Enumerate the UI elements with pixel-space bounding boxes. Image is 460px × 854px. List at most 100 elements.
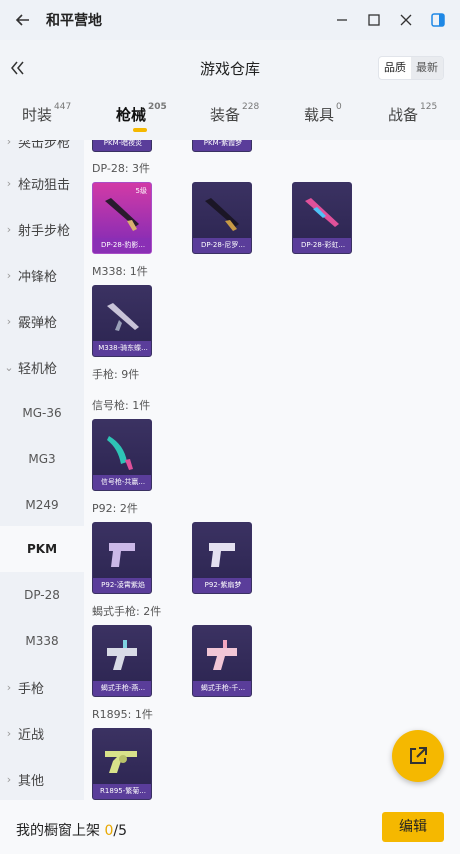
minimize-icon[interactable]: [326, 0, 358, 40]
item-card[interactable]: R1895-繁菊...: [92, 728, 152, 800]
item-card[interactable]: PKM-紫霞梦: [192, 140, 252, 152]
share-button[interactable]: [392, 730, 444, 782]
sort-latest-option[interactable]: 最新: [411, 57, 443, 79]
item-name: PKM-暗夜炎: [93, 140, 151, 151]
sort-toggle[interactable]: 品质 最新: [378, 56, 444, 80]
weapon-category-sidebar: › 突击步枪 › 栓动狙击 › 射手步枪 › 冲锋枪 › 霰弹枪 ⌄ 轻机枪 MG-36 M…: [0, 140, 84, 800]
item-card[interactable]: DP-28-尼罗...: [192, 182, 252, 254]
tab-label: 时装: [22, 106, 53, 124]
sidebar-item-label: 霰弹枪: [18, 315, 58, 331]
sidebar-item-marksman-rifle[interactable]: › 射手步枪: [0, 206, 84, 252]
window-title: 和平营地: [46, 13, 102, 29]
item-name: P92-紫扇梦: [193, 578, 251, 593]
tab-label: 枪械: [116, 106, 147, 124]
share-icon: [410, 747, 427, 764]
tab-firearms[interactable]: 枪械 205: [116, 102, 167, 125]
sidebar-item-mg36[interactable]: MG-36: [0, 390, 84, 436]
group-label-flare: 信号枪: 1件: [92, 399, 151, 412]
sidebar-item-shotgun[interactable]: › 霰弹枪: [0, 298, 84, 344]
group-label-pistol: 手枪: 9件: [92, 368, 140, 381]
tab-count: 205: [148, 102, 167, 112]
item-card[interactable]: 5级 DP-28-豹影...: [92, 182, 152, 254]
item-card[interactable]: DP-28-彩虹...: [292, 182, 352, 254]
chevron-right-icon: ›: [6, 222, 12, 236]
chevron-right-icon: ›: [6, 176, 12, 190]
gun-icon: [205, 198, 239, 231]
item-card[interactable]: 蝎式手枪-燕...: [92, 625, 152, 697]
item-card[interactable]: M338-骑东蝶...: [92, 285, 152, 357]
item-name: R1895-繁菊...: [93, 784, 151, 799]
gun-icon: [105, 751, 137, 773]
group-label-scorpion: 蝎式手枪: 2件: [92, 605, 162, 618]
sort-quality-option[interactable]: 品质: [379, 57, 411, 79]
tab-count: 228: [242, 102, 260, 112]
gun-icon: [107, 436, 133, 470]
sidebar-item-label: 突击步枪: [18, 140, 71, 151]
item-grid: PKM-暗夜炎 PKM-紫霞梦 DP-28: 3件 5级 DP-28-豹影...…: [84, 140, 460, 800]
sidebar-toggle-icon[interactable]: [422, 0, 454, 40]
chevron-right-icon: ›: [6, 726, 12, 740]
maximize-icon[interactable]: [358, 0, 390, 40]
chevron-right-icon: ›: [6, 268, 12, 282]
item-card[interactable]: P92-紫扇梦: [192, 522, 252, 594]
back-arrow-icon[interactable]: [0, 0, 46, 40]
sidebar-item-pkm[interactable]: PKM: [0, 526, 84, 572]
sidebar-item-m249[interactable]: M249: [0, 482, 84, 528]
item-card[interactable]: 信号枪-共赢...: [92, 419, 152, 491]
gun-icon: [107, 640, 137, 670]
tab-label: 载具: [304, 106, 335, 124]
sidebar-item-melee[interactable]: › 近战: [0, 710, 84, 756]
chevron-right-icon: ›: [6, 140, 12, 148]
showcase-total: /5: [113, 823, 127, 839]
group-label-m338: M338: 1件: [92, 265, 148, 278]
sidebar-item-label: 其他: [18, 773, 45, 789]
group-label-p92: P92: 2件: [92, 502, 138, 515]
item-card[interactable]: PKM-暗夜炎: [92, 140, 152, 152]
sidebar-item-mg3[interactable]: MG3: [0, 436, 84, 482]
gun-icon: [207, 640, 237, 670]
sidebar-item-lmg[interactable]: ⌄ 轻机枪: [0, 344, 84, 390]
sidebar-item-label: 轻机枪: [18, 361, 58, 377]
tab-count: 125: [420, 102, 438, 112]
sidebar-item-label: 手枪: [18, 681, 45, 697]
item-name: 信号枪-共赢...: [93, 475, 151, 490]
chevron-down-icon: ⌄: [4, 360, 14, 374]
showcase-bar: 我的橱窗上架 0/5 编辑: [0, 800, 460, 854]
sidebar-item-label: 近战: [18, 727, 45, 743]
window-titlebar: 和平营地: [0, 0, 460, 40]
item-card[interactable]: P92-凌霄紫焰: [92, 522, 152, 594]
gun-icon: [107, 303, 139, 331]
item-card[interactable]: 蝎式手枪-千...: [192, 625, 252, 697]
sidebar-item-other[interactable]: › 其他: [0, 756, 84, 800]
sidebar-item-pistol[interactable]: › 手枪: [0, 664, 84, 710]
page-header: 游戏仓库 品质 最新: [0, 40, 460, 96]
chevron-right-icon: ›: [6, 772, 12, 786]
tab-equipment[interactable]: 装备 228: [210, 102, 260, 125]
tab-fashion[interactable]: 时装 447: [22, 102, 72, 125]
item-name: PKM-紫霞梦: [193, 140, 251, 151]
chevron-right-icon: ›: [6, 680, 12, 694]
item-name: M338-骑东蝶...: [93, 341, 151, 356]
sidebar-item-m338[interactable]: M338: [0, 618, 84, 664]
item-name: P92-凌霄紫焰: [93, 578, 151, 593]
item-name: 蝎式手枪-燕...: [93, 681, 151, 696]
edit-button[interactable]: 编辑: [382, 812, 444, 842]
tab-label: 战备: [388, 106, 419, 124]
tab-count: 447: [54, 102, 72, 112]
tab-label: 装备: [210, 106, 241, 124]
gun-icon: [209, 543, 235, 567]
sidebar-item-bolt-sniper[interactable]: › 栓动狙击: [0, 160, 84, 206]
showcase-status: 我的橱窗上架 0/5: [16, 820, 127, 840]
sidebar-item-smg[interactable]: › 冲锋枪: [0, 252, 84, 298]
gun-icon: [109, 543, 135, 567]
sidebar-item-label: 冲锋枪: [18, 269, 58, 285]
item-name: 蝎式手枪-千...: [193, 681, 251, 696]
sidebar-item-label: 栓动狙击: [18, 177, 71, 193]
tab-supplies[interactable]: 战备 125: [388, 102, 438, 125]
sidebar-item-dp28[interactable]: DP-28: [0, 572, 84, 618]
gun-icon: [105, 198, 139, 231]
active-tab-indicator: [133, 128, 147, 132]
tab-vehicles[interactable]: 载具 0: [304, 102, 342, 125]
sidebar-item-label: 射手步枪: [18, 223, 71, 239]
close-icon[interactable]: [390, 0, 422, 40]
